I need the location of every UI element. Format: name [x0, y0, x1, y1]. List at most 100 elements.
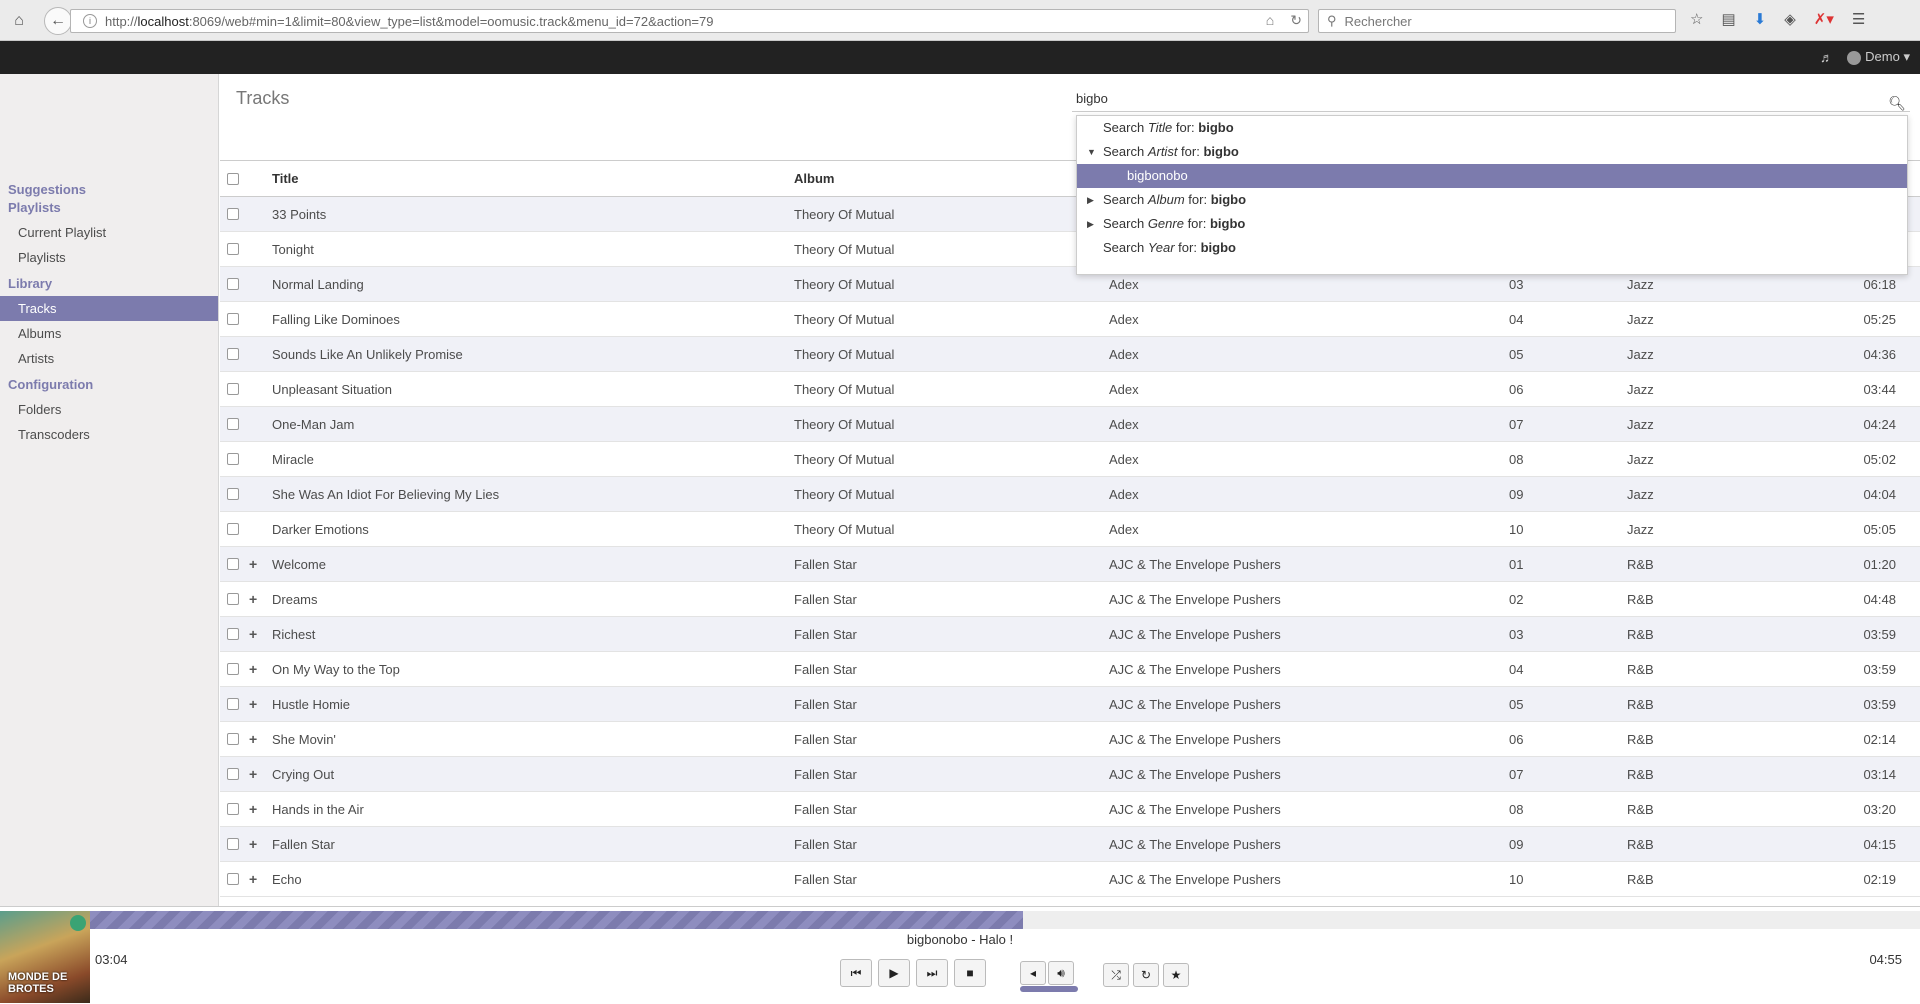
search-option-artist[interactable]: ▼ Search Artist for: bigbo	[1077, 140, 1907, 164]
volume-slider[interactable]	[1020, 986, 1078, 992]
sidebar-item-playlists[interactable]: Playlists	[0, 245, 218, 270]
table-row[interactable]: Falling Like Dominoes Theory Of Mutual Ade…	[220, 302, 1920, 337]
row-checkbox[interactable]	[227, 278, 239, 290]
row-checkbox[interactable]	[227, 768, 239, 780]
star-button[interactable]: ★	[1163, 963, 1189, 987]
search-input[interactable]: bigbo 🔍︎	[1072, 86, 1910, 112]
row-checkbox[interactable]	[227, 243, 239, 255]
add-to-playlist-icon[interactable]: +	[249, 696, 265, 712]
table-row[interactable]: + On My Way to the Top Fallen Star AJC & Th…	[220, 652, 1920, 687]
volume-up-button[interactable]: 🔊︎	[1048, 961, 1074, 985]
download-icon[interactable]: ⬇	[1754, 10, 1767, 28]
expand-caret-icon[interactable]: ▼	[1087, 140, 1096, 164]
autocomplete-suggestion[interactable]: bigbonobo	[1077, 164, 1907, 188]
home-icon[interactable]: ⌂	[6, 8, 32, 34]
column-header-album[interactable]: Album	[794, 171, 834, 186]
add-to-playlist-icon[interactable]: +	[249, 801, 265, 817]
row-checkbox[interactable]	[227, 558, 239, 570]
search-placeholder: Rechercher	[1344, 13, 1412, 29]
reload-icon[interactable]: ↻	[1290, 12, 1302, 29]
info-icon[interactable]: i	[83, 14, 97, 28]
table-row[interactable]: + Crying Out Fallen Star AJC & The Envelope…	[220, 757, 1920, 792]
bookmark-star-icon[interactable]: ☆	[1690, 10, 1703, 28]
sidebar-header-configuration[interactable]: Configuration	[0, 377, 218, 397]
back-button[interactable]: ←	[44, 7, 72, 35]
reader-icon[interactable]: ▤	[1721, 10, 1735, 28]
sidebar-item-tracks[interactable]: Tracks	[0, 296, 218, 321]
row-checkbox[interactable]	[227, 593, 239, 605]
add-to-playlist-icon[interactable]: +	[249, 766, 265, 782]
row-checkbox[interactable]	[227, 208, 239, 220]
row-checkbox[interactable]	[227, 663, 239, 675]
menu-icon[interactable]: ☰	[1852, 10, 1865, 28]
column-header-title[interactable]: Title	[272, 171, 299, 186]
table-row[interactable]: + Hands in the Air Fallen Star AJC & The En…	[220, 792, 1920, 827]
add-to-playlist-icon[interactable]: +	[249, 626, 265, 642]
extension-icon[interactable]: ✗▾	[1814, 10, 1834, 28]
expand-caret-icon[interactable]: ▶	[1087, 188, 1094, 212]
row-checkbox[interactable]	[227, 383, 239, 395]
expand-caret-icon[interactable]: ▶	[1087, 212, 1094, 236]
sidebar-item-albums[interactable]: Albums	[0, 321, 218, 346]
search-magnifier-icon[interactable]: 🔍︎	[1888, 90, 1906, 116]
url-bar[interactable]: i http://localhost:8069/web#min=1&limit=…	[70, 9, 1309, 33]
sidebar-header-playlists[interactable]: Playlists	[0, 200, 218, 220]
select-all-checkbox[interactable]	[227, 172, 239, 185]
add-to-playlist-icon[interactable]: +	[249, 836, 265, 852]
table-row[interactable]: + Fallen Star Fallen Star AJC & The Envelop…	[220, 827, 1920, 862]
sidebar-item-artists[interactable]: Artists	[0, 346, 218, 371]
row-checkbox[interactable]	[227, 838, 239, 850]
row-checkbox[interactable]	[227, 698, 239, 710]
sidebar-item-transcoders[interactable]: Transcoders	[0, 422, 218, 447]
sidebar-item-folders[interactable]: Folders	[0, 397, 218, 422]
stop-button[interactable]: ■	[954, 959, 986, 987]
row-checkbox[interactable]	[227, 488, 239, 500]
table-row[interactable]: Unpleasant Situation Theory Of Mutual Adex…	[220, 372, 1920, 407]
search-option-title[interactable]: Search Title for: bigbo	[1077, 116, 1907, 140]
play-button[interactable]: ▶	[878, 959, 910, 987]
row-checkbox[interactable]	[227, 348, 239, 360]
table-row[interactable]: + Hustle Homie Fallen Star AJC & The Envelo…	[220, 687, 1920, 722]
add-to-playlist-icon[interactable]: +	[249, 731, 265, 747]
table-row[interactable]: + Dreams Fallen Star AJC & The Envelope Pus…	[220, 582, 1920, 617]
row-checkbox[interactable]	[227, 873, 239, 885]
search-option-album[interactable]: ▶ Search Album for: bigbo	[1077, 188, 1907, 212]
row-checkbox[interactable]	[227, 628, 239, 640]
table-row[interactable]: Miracle Theory Of Mutual Adex 08 Jazz 05:02	[220, 442, 1920, 477]
volume-down-button[interactable]: ◂	[1020, 961, 1046, 985]
table-row[interactable]: Sounds Like An Unlikely Promise Theory Of…	[220, 337, 1920, 372]
add-to-playlist-icon[interactable]: +	[249, 871, 265, 887]
user-menu[interactable]: Demo ▾	[1847, 49, 1910, 65]
row-checkbox[interactable]	[227, 803, 239, 815]
repeat-button[interactable]: ↻	[1133, 963, 1159, 987]
table-row[interactable]: + Richest Fallen Star AJC & The Envelope Pu…	[220, 617, 1920, 652]
sidebar-header-library[interactable]: Library	[0, 276, 218, 296]
table-row[interactable]: Darker Emotions Theory Of Mutual Adex 10 Jaz…	[220, 512, 1920, 547]
home-page-icon[interactable]: ⌂	[1266, 12, 1274, 29]
table-row[interactable]: + She Movin' Fallen Star AJC & The Envelope…	[220, 722, 1920, 757]
sidebar-item-current-playlist[interactable]: Current Playlist	[0, 220, 218, 245]
add-to-playlist-icon[interactable]: +	[249, 661, 265, 677]
shuffle-button[interactable]: ⤮	[1103, 963, 1129, 987]
row-checkbox[interactable]	[227, 453, 239, 465]
progress-bar[interactable]	[90, 911, 1920, 929]
cell-album: Fallen Star	[794, 801, 857, 817]
row-checkbox[interactable]	[227, 523, 239, 535]
search-option-genre[interactable]: ▶ Search Genre for: bigbo	[1077, 212, 1907, 236]
row-checkbox[interactable]	[227, 418, 239, 430]
row-checkbox[interactable]	[227, 733, 239, 745]
sidebar-header-suggestions[interactable]: Suggestions	[0, 182, 218, 200]
add-to-playlist-icon[interactable]: +	[249, 591, 265, 607]
row-checkbox[interactable]	[227, 313, 239, 325]
previous-button[interactable]: ⏮	[840, 959, 872, 987]
table-row[interactable]: + Welcome Fallen Star AJC & The Envelope Pu…	[220, 547, 1920, 582]
music-note-icon[interactable]: ♬	[1820, 50, 1833, 65]
search-option-year[interactable]: Search Year for: bigbo	[1077, 236, 1907, 260]
table-row[interactable]: She Was An Idiot For Believing My Lies Th…	[220, 477, 1920, 512]
add-to-playlist-icon[interactable]: +	[249, 556, 265, 572]
next-button[interactable]: ⏭	[916, 959, 948, 987]
browser-search-input[interactable]: ⚲ Rechercher	[1318, 9, 1676, 33]
table-row[interactable]: One-Man Jam Theory Of Mutual Adex 07 Jazz 04:…	[220, 407, 1920, 442]
table-row[interactable]: + Echo Fallen Star AJC & The Envelope Pushe…	[220, 862, 1920, 897]
shield-icon[interactable]: ◈	[1784, 10, 1796, 28]
